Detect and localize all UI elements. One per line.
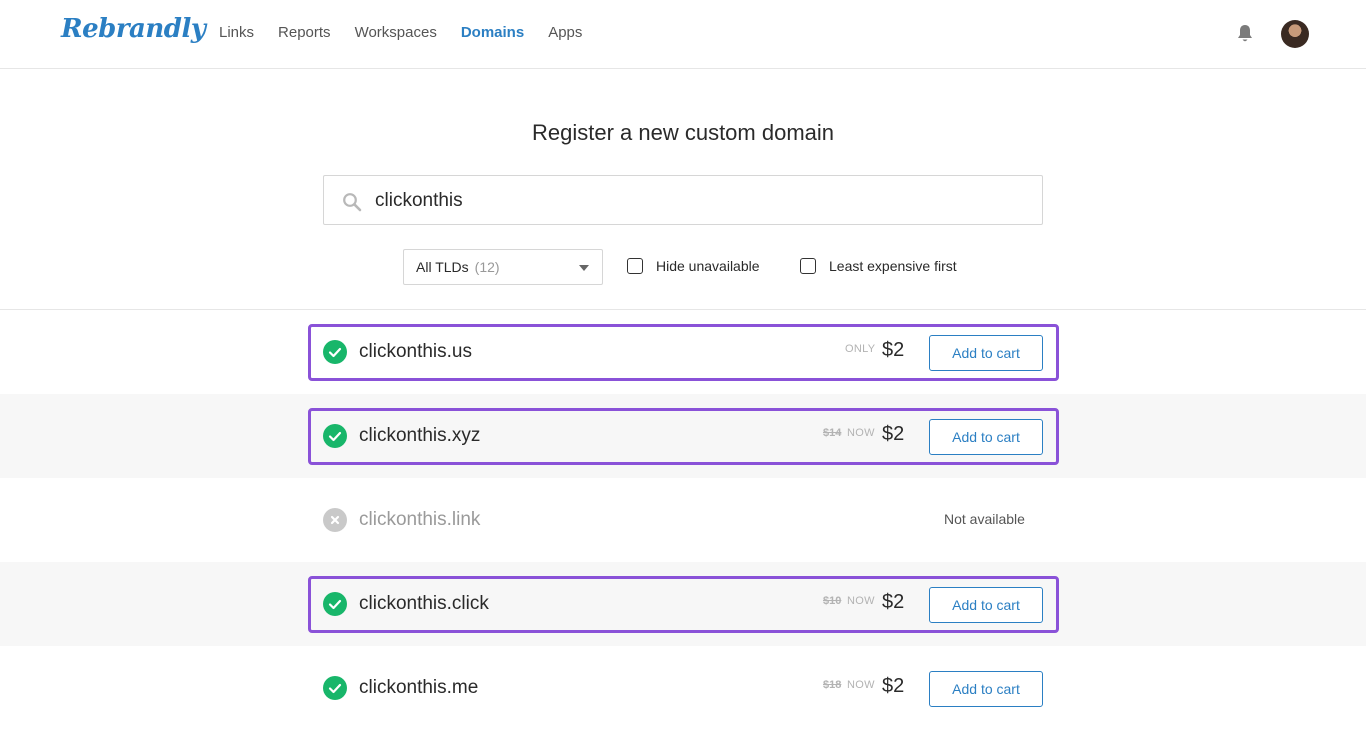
old-price: $10 <box>823 595 842 607</box>
nav-links[interactable]: Links <box>219 24 254 42</box>
nav-reports[interactable]: Reports <box>278 24 331 42</box>
domain-price: $2 <box>882 591 905 613</box>
old-price: $18 <box>823 679 842 691</box>
hide-unavailable-checkbox[interactable] <box>627 258 643 274</box>
search-input-value[interactable]: clickonthis <box>375 190 463 212</box>
tld-filter-count: (12) <box>474 259 500 275</box>
tld-filter-label: All TLDs (12) <box>416 259 500 275</box>
chevron-down-icon <box>579 265 589 271</box>
nav-domains[interactable]: Domains <box>461 24 524 42</box>
add-to-cart-button[interactable]: Add to cart <box>929 335 1043 371</box>
not-available-label: Not available <box>944 511 1025 527</box>
domain-result-row: clickonthis.click $10 NOW $2 Add to cart <box>0 562 1366 646</box>
domain-result-row: clickonthis.us ONLY $2 Add to cart <box>0 310 1366 394</box>
domain-search-field[interactable]: clickonthis <box>323 175 1043 225</box>
available-check-icon <box>323 592 347 616</box>
tld-filter-dropdown[interactable]: All TLDs (12) <box>403 249 603 285</box>
available-check-icon <box>323 676 347 700</box>
domain-result-row: clickonthis.xyz $14 NOW $2 Add to cart <box>0 394 1366 478</box>
domain-name: clickonthis.link <box>359 509 481 530</box>
add-to-cart-button[interactable]: Add to cart <box>929 419 1043 455</box>
user-avatar[interactable] <box>1281 20 1309 48</box>
add-to-cart-button[interactable]: Add to cart <box>929 671 1043 707</box>
domain-price: $2 <box>882 339 905 361</box>
domain-result-row: clickonthis.link Not available <box>0 478 1366 562</box>
add-to-cart-button[interactable]: Add to cart <box>929 587 1043 623</box>
domain-price: $2 <box>882 423 905 445</box>
old-price: $14 <box>823 427 842 439</box>
tld-filter-selected: All TLDs <box>416 259 469 275</box>
nav-apps[interactable]: Apps <box>548 24 582 42</box>
least-expensive-option[interactable]: Least expensive first <box>800 258 957 274</box>
price-tag: NOW <box>847 427 875 439</box>
domain-name: clickonthis.me <box>359 677 479 698</box>
domain-price: $2 <box>882 675 905 697</box>
hide-unavailable-label: Hide unavailable <box>656 258 760 274</box>
domain-name: clickonthis.us <box>359 341 472 362</box>
rebrandly-logo[interactable]: Rebrandly <box>61 14 206 44</box>
least-expensive-checkbox[interactable] <box>800 258 816 274</box>
page-title: Register a new custom domain <box>531 120 835 145</box>
nav-workspaces[interactable]: Workspaces <box>355 24 437 42</box>
main-nav: Links Reports Workspaces Domains Apps <box>219 24 606 42</box>
available-check-icon <box>323 340 347 364</box>
unavailable-x-icon <box>323 508 347 532</box>
domain-name: clickonthis.xyz <box>359 425 481 446</box>
price-tag: ONLY <box>845 343 876 355</box>
domain-name: clickonthis.click <box>359 593 489 614</box>
search-icon <box>343 193 362 212</box>
price-tag: NOW <box>847 595 875 607</box>
bell-icon[interactable] <box>1236 24 1254 44</box>
hide-unavailable-option[interactable]: Hide unavailable <box>627 258 760 274</box>
price-tag: NOW <box>847 679 875 691</box>
top-navigation-bar: Rebrandly Links Reports Workspaces Domai… <box>0 0 1366 69</box>
available-check-icon <box>323 424 347 448</box>
domain-result-row: clickonthis.me $18 NOW $2 Add to cart <box>0 646 1366 730</box>
least-expensive-label: Least expensive first <box>829 258 957 274</box>
